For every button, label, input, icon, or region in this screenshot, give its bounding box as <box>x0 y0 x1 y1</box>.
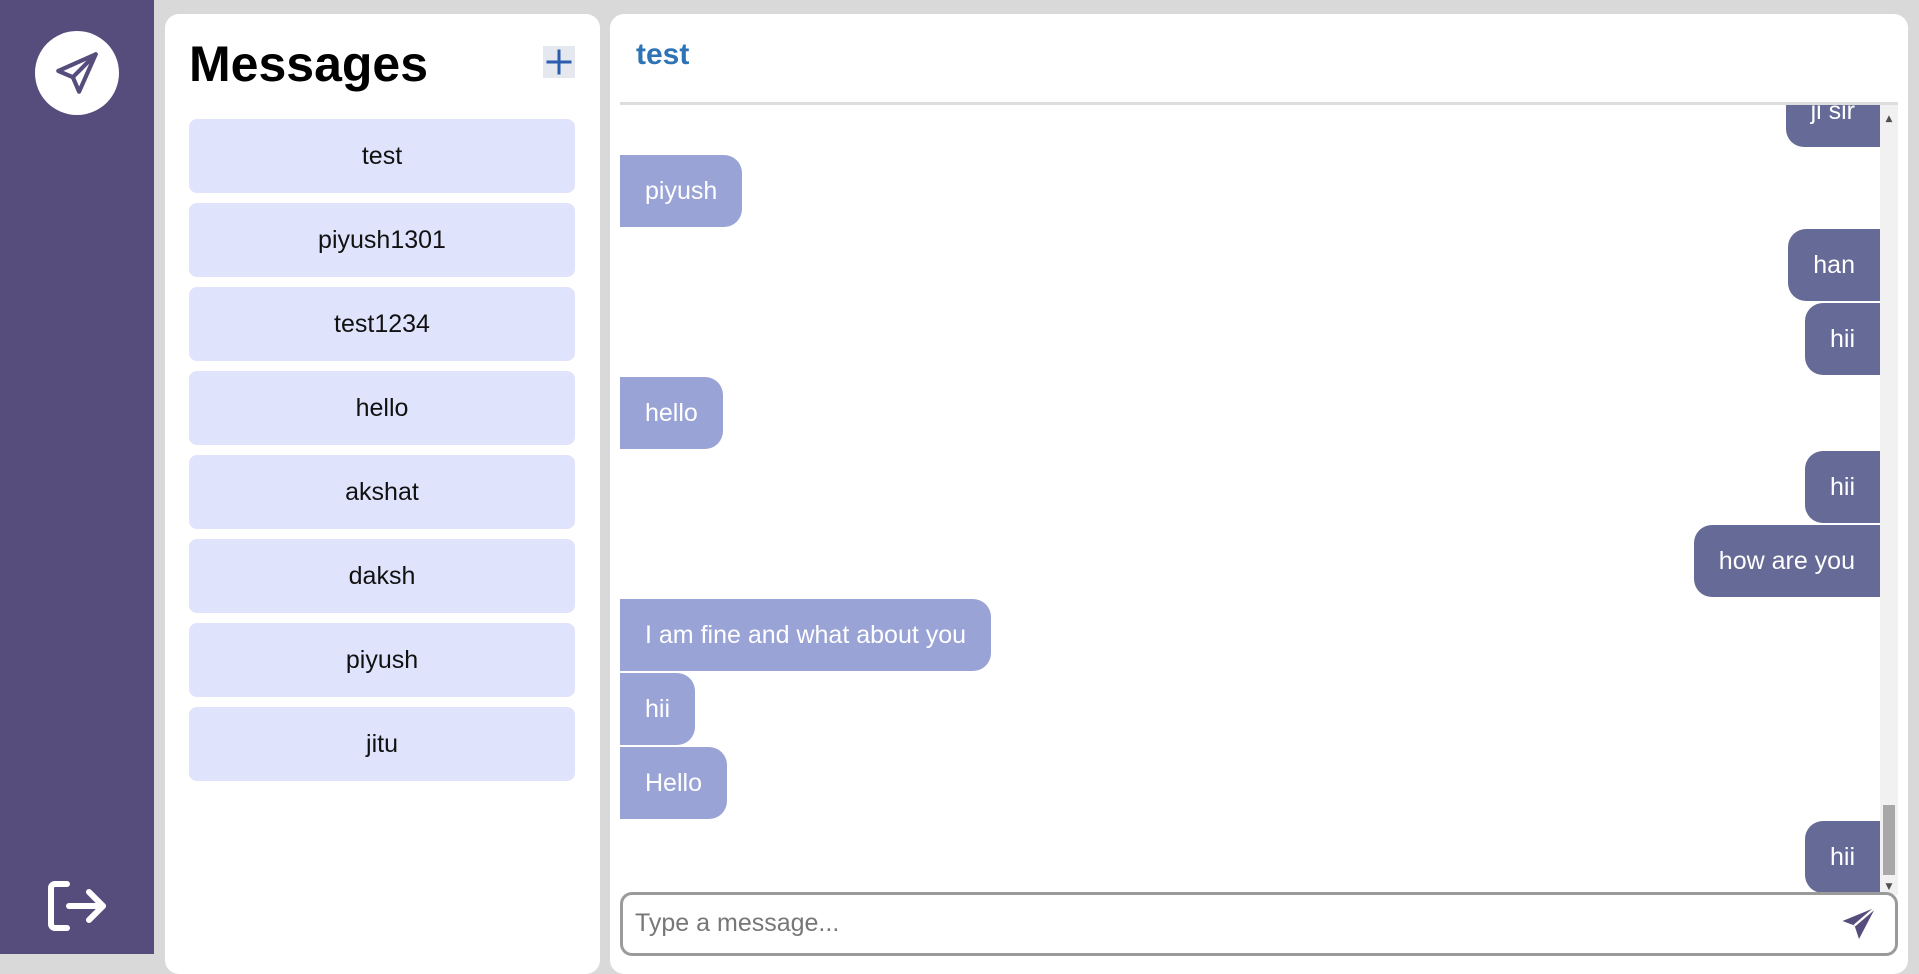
send-icon <box>1842 906 1877 939</box>
conversation-item[interactable]: piyush1301 <box>189 203 575 277</box>
message-bubble-outgoing: hii <box>1804 821 1880 893</box>
conversation-item[interactable]: akshat <box>189 455 575 529</box>
chat-title: test <box>636 38 690 71</box>
message-bubble-outgoing: hii <box>1804 451 1880 523</box>
app-logo[interactable] <box>35 31 119 115</box>
conversation-item[interactable]: daksh <box>189 539 575 613</box>
app-sidebar <box>0 0 154 954</box>
message-scrollbar[interactable]: ▲ ▼ <box>1880 105 1898 895</box>
message-composer <box>620 892 1898 956</box>
chat-header: test <box>610 14 1908 105</box>
new-chat-button[interactable] <box>543 46 575 78</box>
message-bubble-incoming: hello <box>620 377 723 449</box>
scroll-up-arrow-icon[interactable]: ▲ <box>1880 111 1898 127</box>
plus-icon <box>546 49 572 75</box>
message-bubble-outgoing: hii <box>1804 303 1880 375</box>
message-bubble-incoming: Hello <box>620 747 727 819</box>
conversation-item[interactable]: jitu <box>189 707 575 781</box>
paper-plane-icon <box>56 52 98 94</box>
message-bubble-incoming: I am fine and what about you <box>620 599 992 671</box>
chat-panel: test ji sir piyush han hii hello hii how… <box>610 14 1908 974</box>
message-bubble-outgoing: how are you <box>1693 525 1880 597</box>
message-bubble-incoming: hii <box>620 673 696 745</box>
conversation-item[interactable]: hello <box>189 371 575 445</box>
conversation-item[interactable]: test1234 <box>189 287 575 361</box>
send-button[interactable] <box>1839 904 1879 944</box>
message-bubble-incoming: piyush <box>620 155 743 227</box>
message-list: ji sir piyush han hii hello hii how are … <box>620 105 1880 895</box>
conversations-panel: Messages test piyush1301 test1234 hello … <box>165 14 600 974</box>
conversation-item[interactable]: test <box>189 119 575 193</box>
message-bubble-outgoing: han <box>1788 229 1880 301</box>
logout-icon <box>48 881 106 931</box>
messages-title: Messages <box>189 36 429 92</box>
logout-button[interactable] <box>44 876 110 936</box>
scroll-thumb[interactable] <box>1883 805 1895 875</box>
conversation-item[interactable]: piyush <box>189 623 575 697</box>
message-input[interactable] <box>633 903 1813 943</box>
message-bubble-outgoing: ji sir <box>1785 105 1880 147</box>
conversation-list: test piyush1301 test1234 hello akshat da… <box>189 119 575 791</box>
